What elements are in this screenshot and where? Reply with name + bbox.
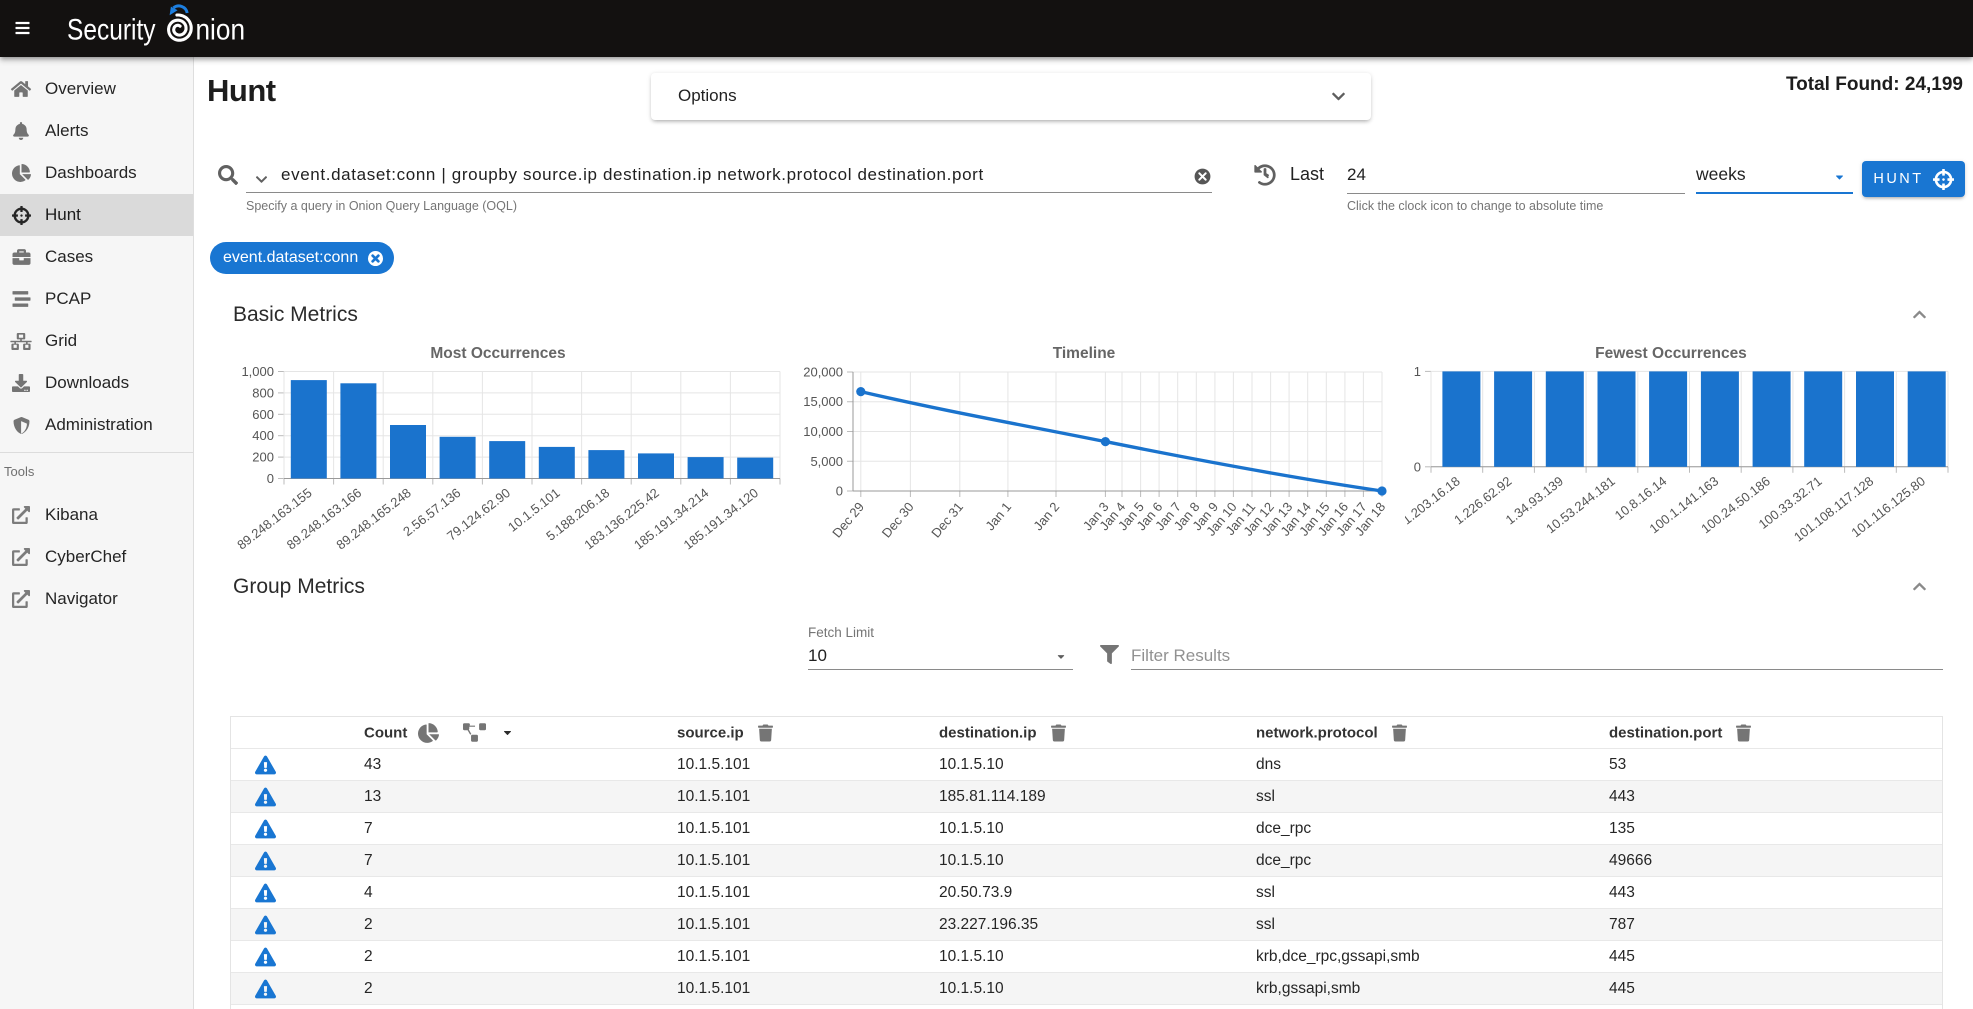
svg-text:200: 200: [252, 450, 274, 465]
svg-text:Jan 2: Jan 2: [1030, 499, 1062, 533]
svg-text:10,000: 10,000: [803, 424, 843, 439]
svg-text:0: 0: [1414, 459, 1421, 474]
svg-text:Most Occurrences: Most Occurrences: [430, 345, 565, 362]
svg-text:5,000: 5,000: [810, 454, 843, 469]
svg-text:Timeline: Timeline: [1053, 345, 1116, 362]
svg-text:nion: nion: [196, 14, 246, 47]
svg-text:800: 800: [252, 385, 274, 400]
svg-text:Jan 1: Jan 1: [982, 499, 1014, 533]
svg-text:Dec 29: Dec 29: [829, 499, 867, 540]
svg-text:1,000: 1,000: [241, 364, 274, 379]
svg-text:600: 600: [252, 407, 274, 422]
svg-text:15,000: 15,000: [803, 394, 843, 409]
svg-text:400: 400: [252, 428, 274, 443]
svg-text:Dec 30: Dec 30: [879, 499, 917, 540]
svg-text:20,000: 20,000: [803, 365, 843, 380]
svg-text:0: 0: [836, 484, 843, 499]
svg-text:Security: Security: [67, 14, 156, 47]
svg-text:Dec 31: Dec 31: [928, 499, 966, 540]
svg-text:Fewest Occurrences: Fewest Occurrences: [1595, 345, 1747, 362]
svg-text:0: 0: [267, 471, 274, 486]
svg-text:1: 1: [1414, 364, 1421, 379]
